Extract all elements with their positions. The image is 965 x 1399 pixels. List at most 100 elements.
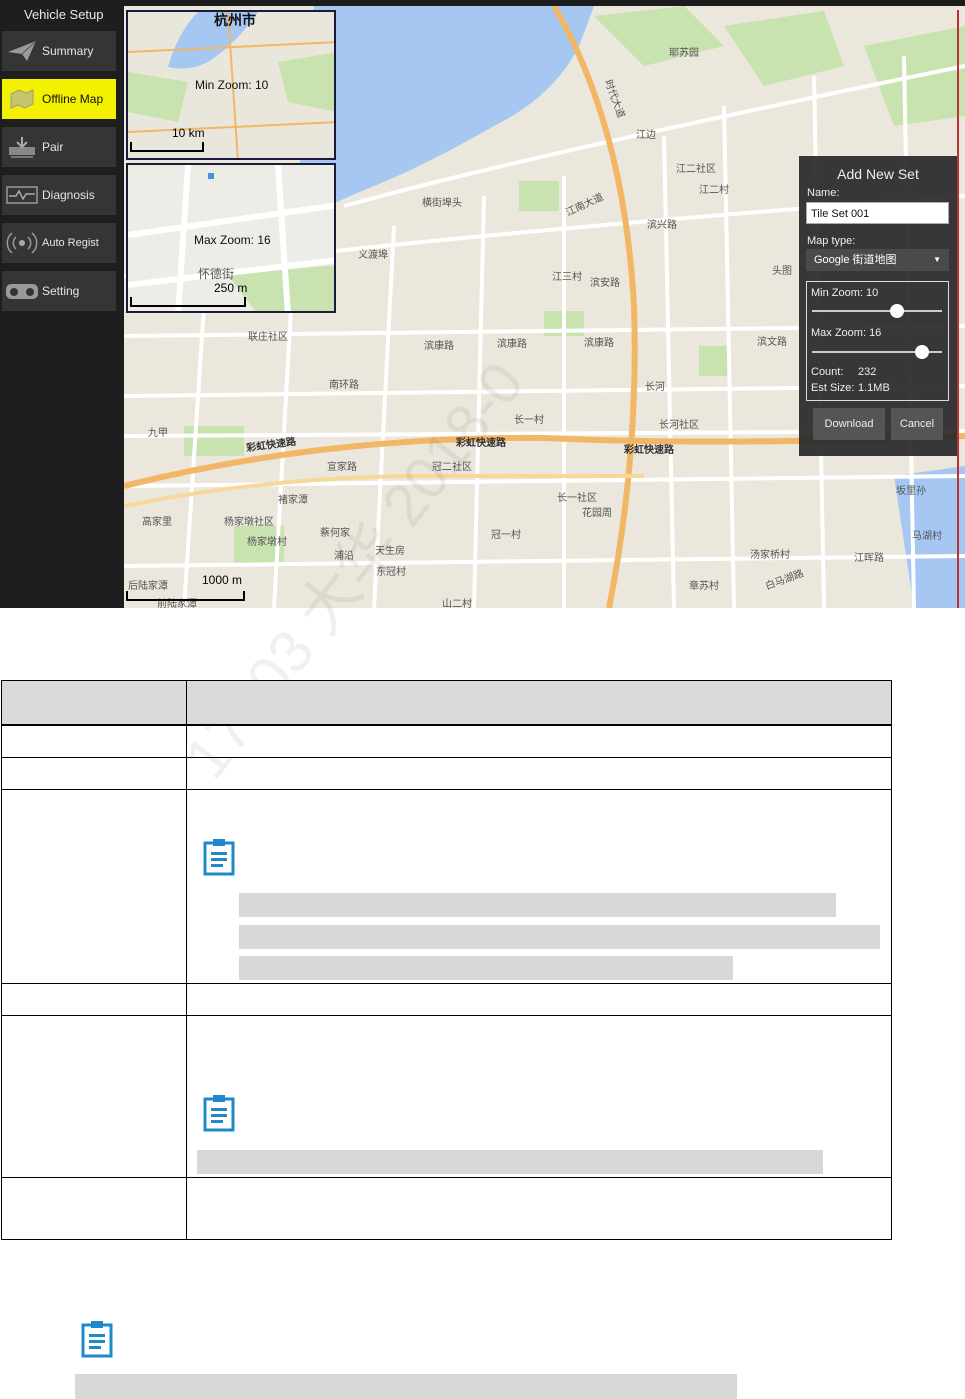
map-label: 江边 (636, 130, 656, 141)
map-label: 滨康路 (424, 341, 454, 352)
map-label: 冠一村 (491, 530, 521, 541)
nav-diagnosis[interactable]: Diagnosis (2, 175, 116, 215)
max-zoom-place-label: 怀德街 (198, 267, 235, 281)
nav-offline-map[interactable]: Offline Map (2, 79, 116, 119)
table-cell (1, 982, 187, 1016)
map-icon (2, 79, 42, 119)
nav-pair-label: Pair (42, 140, 64, 154)
name-label: Name: (807, 187, 840, 199)
table-cell (186, 756, 892, 790)
gamepad-icon (2, 271, 42, 311)
nav-auto-regist[interactable]: Auto Regist (2, 223, 116, 263)
table-cell (186, 1014, 892, 1178)
map-label: 长河社区 (659, 420, 699, 431)
table-cell (1, 756, 187, 790)
download-button[interactable]: Download (813, 408, 885, 440)
table-row (1, 982, 892, 1016)
count-label: Count: (811, 366, 844, 378)
max-zoom-label: Max Zoom: 16 (194, 233, 271, 247)
table-cell (186, 982, 892, 1016)
map-label: 滨安路 (590, 278, 620, 289)
redacted-text (239, 924, 880, 949)
map-label: 江二村 (699, 185, 729, 196)
map-label: 长河 (645, 382, 665, 393)
min-zoom-slider-handle[interactable] (890, 304, 904, 318)
map-type-select[interactable]: Google 街道地图 ▼ (806, 249, 949, 271)
table-row (1, 724, 892, 758)
map-label: 长一社区 (557, 493, 597, 504)
map-label: 南环路 (329, 380, 359, 391)
est-size-value: 1.1MB (858, 382, 890, 394)
map-label: 彩虹快速路 (624, 445, 674, 456)
max-zoom-slider[interactable] (812, 345, 942, 359)
table-row (1, 1014, 892, 1178)
nav-summary-label: Summary (42, 44, 94, 58)
nav-auto-regist-label: Auto Regist (42, 237, 99, 249)
max-zoom-preview: Max Zoom: 16 怀德街 250 m (126, 163, 336, 313)
map-label: 滨兴路 (647, 220, 677, 231)
note-icon (203, 838, 235, 875)
nav-summary[interactable]: Summary (2, 31, 116, 71)
table-cell (1, 1176, 187, 1240)
map-label: 杨家墩社区 (224, 517, 274, 528)
min-zoom-label: Min Zoom: 10 (195, 78, 269, 92)
table-header-row (1, 680, 892, 726)
tile-set-name-input[interactable]: Tile Set 001 (806, 202, 949, 224)
note-icon (81, 1321, 113, 1358)
map-label: 滨文路 (757, 337, 787, 348)
max-zoom-slider-label: Max Zoom: 16 (811, 327, 882, 339)
redacted-text (239, 955, 733, 980)
map-label: 滨康路 (584, 338, 614, 349)
table-row (1, 788, 892, 984)
map-label: 马湖村 (912, 531, 942, 542)
map-label: 花园周 (582, 508, 612, 519)
map-label: 九甲 (148, 428, 168, 439)
redacted-text (75, 1374, 737, 1399)
cancel-button[interactable]: Cancel (891, 408, 943, 440)
est-size-label: Est Size: (811, 382, 855, 394)
red-edge-line (957, 10, 959, 608)
nav-diagnosis-label: Diagnosis (42, 188, 95, 202)
max-zoom-slider-handle[interactable] (914, 345, 929, 359)
table-cell (186, 724, 892, 758)
map-type-label: Map type: (807, 235, 856, 247)
map-scale-label: 1000 m (202, 573, 243, 587)
map-label: 高家里 (142, 517, 172, 528)
table-cell (1, 788, 187, 984)
add-new-set-panel: Add New Set Name: Tile Set 001 Map type:… (799, 156, 957, 456)
map-label: 后陆家潭 (128, 581, 168, 592)
map-label: 杨家墩村 (247, 537, 287, 548)
min-zoom-scale-bar (130, 142, 204, 152)
map-label: 江二社区 (676, 164, 716, 175)
map-label: 耶苏园 (669, 48, 699, 59)
pair-icon (2, 127, 42, 167)
map-label: 汤家桥村 (750, 550, 790, 561)
table-header-cell (186, 680, 892, 726)
zoom-settings-box: Min Zoom: 10 Max Zoom: 16 Count: 232 Est… (806, 281, 949, 401)
map-scale-bar (126, 591, 245, 601)
map-label: 联庄社区 (248, 332, 288, 343)
sidebar-title: Vehicle Setup (24, 7, 104, 22)
table-header-cell (1, 680, 187, 726)
count-value: 232 (858, 366, 877, 378)
min-zoom-preview: 杭州市 Min Zoom: 10 10 km (126, 10, 336, 160)
paper-plane-icon (2, 31, 42, 71)
diagnosis-icon (2, 175, 42, 215)
broadcast-icon (2, 223, 42, 263)
nav-offline-map-label: Offline Map (42, 92, 104, 106)
table-cell (186, 1176, 892, 1240)
map-label: 山二村 (442, 599, 472, 608)
nav-setting-label: Setting (42, 284, 80, 298)
table-row (1, 756, 892, 790)
panel-title: Add New Set (837, 166, 919, 182)
nav-setting[interactable]: Setting (2, 271, 116, 311)
nav-pair[interactable]: Pair (2, 127, 116, 167)
max-zoom-scale-label: 250 m (214, 281, 248, 295)
map-label: 宣家路 (327, 462, 357, 473)
min-zoom-city-label: 杭州市 (214, 12, 256, 28)
parameter-table (1, 680, 892, 1240)
map-label: 头图 (772, 266, 792, 277)
map-label: 义渡埠 (358, 250, 388, 261)
min-zoom-slider[interactable] (812, 304, 942, 318)
min-zoom-slider-label: Min Zoom: 10 (811, 287, 879, 299)
